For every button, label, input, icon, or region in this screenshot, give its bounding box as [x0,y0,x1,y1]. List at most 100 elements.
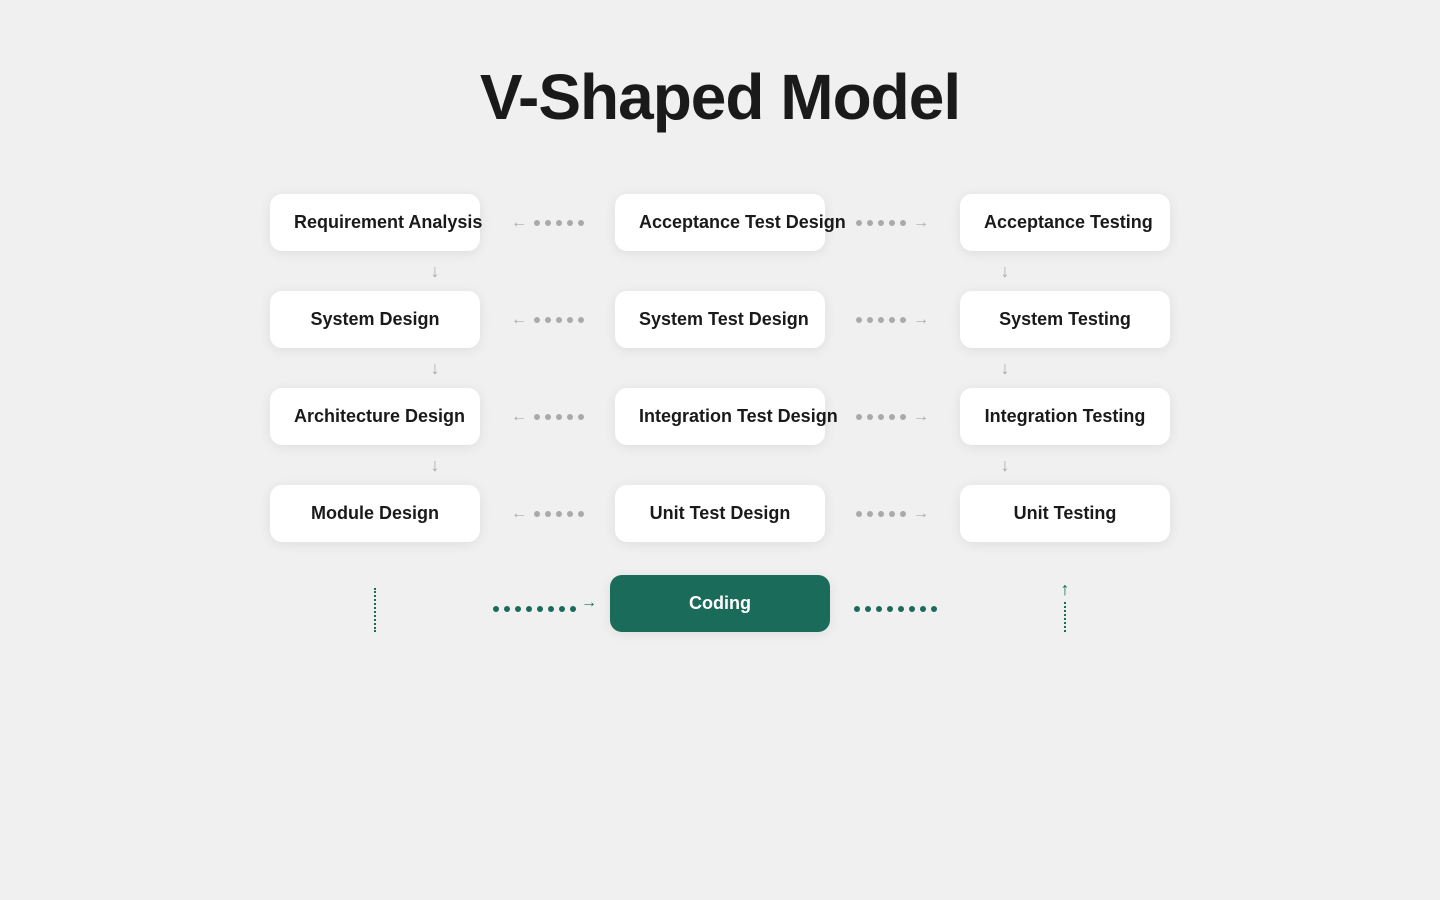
diagram: Requirement Analysis ← Acceptance Test D… [270,194,1170,632]
connector-left-2: ← [480,408,615,426]
dot [545,220,551,226]
dot [889,317,895,323]
dot [556,220,562,226]
arrow-left-3: ← [511,505,527,523]
dot [867,414,873,420]
dot [856,511,862,517]
arrow-right-1: → [913,311,929,329]
box-system-testing: System Testing [960,291,1170,348]
connector-left-1: ← [480,311,615,329]
green-dot [931,606,937,612]
green-dot [493,606,499,612]
dot [578,220,584,226]
dot [889,220,895,226]
up-arrow-coding: ↑ [1061,579,1070,600]
dot [534,414,540,420]
down-arrow-right-2: ↓ [900,455,1110,476]
down-arrow-left-1: ↓ [330,358,540,379]
dot [867,317,873,323]
left-coding-connector [270,588,480,632]
dot [900,317,906,323]
dot [545,414,551,420]
arrow-right-coding: → [581,594,597,612]
dot [867,220,873,226]
dot [900,511,906,517]
down-arrow-right-0: ↓ [900,261,1110,282]
coding-section: → Coding ↑ [270,542,1170,632]
box-integration-testing: Integration Testing [960,388,1170,445]
arrow-left-1: ← [511,311,527,329]
dot [856,414,862,420]
dot [556,511,562,517]
dot [567,511,573,517]
box-coding: Coding [610,575,830,632]
dot [534,317,540,323]
dot [856,317,862,323]
down-row-2: ↓ ↓ [270,445,1170,485]
down-row-1: ↓ ↓ [270,348,1170,388]
green-dot [909,606,915,612]
row-2: Architecture Design ← Integration Test D… [270,388,1170,445]
connector-right-2: → [825,408,960,426]
right-h-dots [830,606,960,632]
dot [878,220,884,226]
green-dot [854,606,860,612]
green-dot [570,606,576,612]
dot [878,511,884,517]
row-0: Requirement Analysis ← Acceptance Test D… [270,194,1170,251]
connector-right-3: → [825,505,960,523]
dot [556,317,562,323]
arrow-right-3: → [913,505,929,523]
dot [889,414,895,420]
dot [867,511,873,517]
dot [534,511,540,517]
green-dot [887,606,893,612]
down-arrow-left-2: ↓ [330,455,540,476]
green-dot [548,606,554,612]
green-dot [920,606,926,612]
dot [556,414,562,420]
down-arrow-left-0: ↓ [330,261,540,282]
right-coding-connector: ↑ [960,579,1170,632]
green-dot [865,606,871,612]
row-1: System Design ← System Test Design → Sys… [270,291,1170,348]
box-acceptance-test-design: Acceptance Test Design [615,194,825,251]
box-unit-testing: Unit Testing [960,485,1170,542]
green-dot [504,606,510,612]
arrow-right-2: → [913,408,929,426]
dot [878,317,884,323]
arrow-left-2: ← [511,408,527,426]
dot [567,220,573,226]
left-h-dots: → [480,594,610,632]
green-dot [515,606,521,612]
left-vertical-line [374,588,376,632]
dot [567,317,573,323]
arrow-left-0: ← [511,214,527,232]
green-dot [526,606,532,612]
dot [856,220,862,226]
green-dot [559,606,565,612]
down-row-0: ↓ ↓ [270,251,1170,291]
box-acceptance-testing: Acceptance Testing [960,194,1170,251]
box-unit-test-design: Unit Test Design [615,485,825,542]
dot [578,317,584,323]
green-dot [876,606,882,612]
page: V-Shaped Model Requirement Analysis ← Ac… [0,0,1440,900]
dot [900,414,906,420]
dot [534,220,540,226]
connector-left-3: ← [480,505,615,523]
dot [578,511,584,517]
dot [878,414,884,420]
box-integration-test-design: Integration Test Design [615,388,825,445]
dot [578,414,584,420]
box-requirement-analysis: Requirement Analysis [270,194,480,251]
connector-right-1: → [825,311,960,329]
dot [900,220,906,226]
green-dot [537,606,543,612]
row-3: Module Design ← Unit Test Design → Unit … [270,485,1170,542]
right-vertical-line [1064,602,1066,632]
connector-right-0: → [825,214,960,232]
dot [545,511,551,517]
arrow-right-0: → [913,214,929,232]
dot [545,317,551,323]
